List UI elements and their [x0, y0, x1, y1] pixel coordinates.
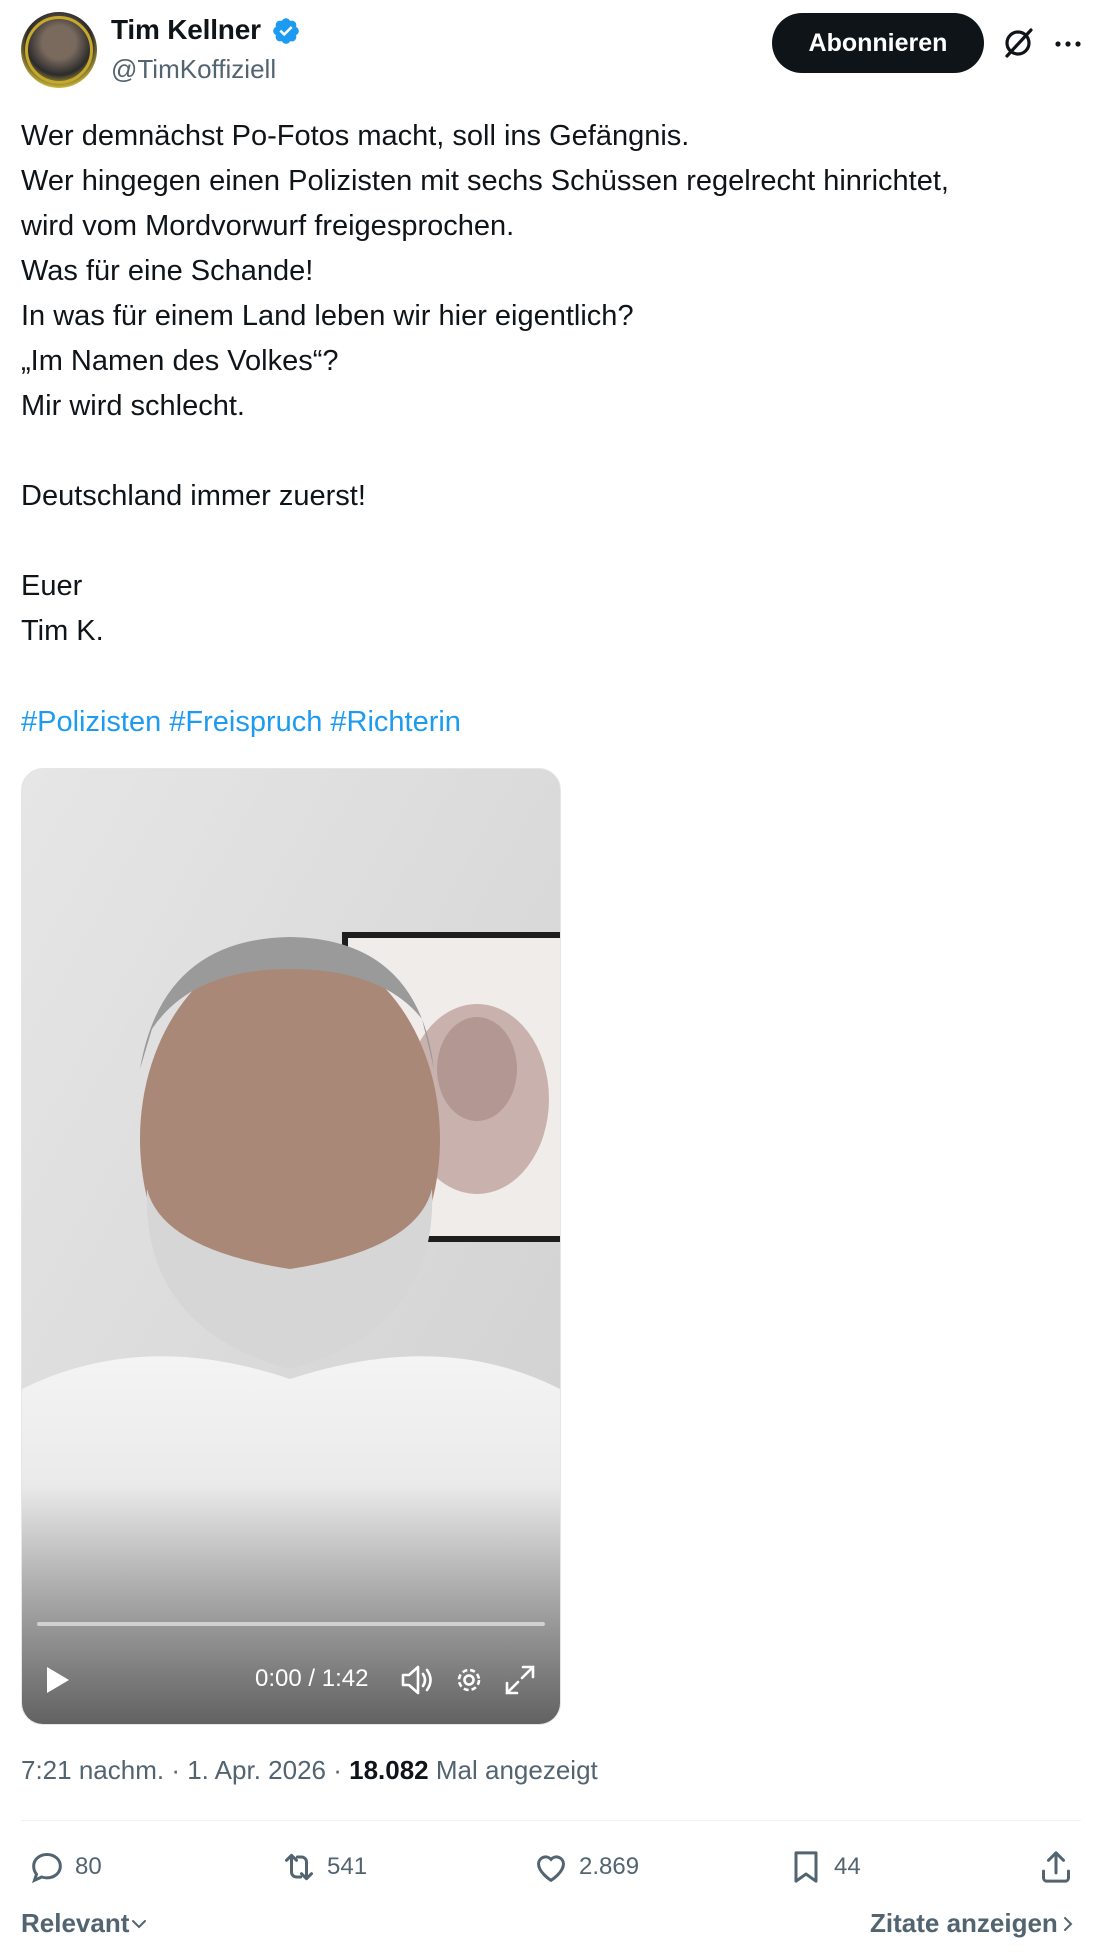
divider	[21, 1820, 1081, 1821]
share-icon	[1042, 1851, 1070, 1883]
hashtag-list: #Polizisten #Freispruch #Richterin	[21, 702, 469, 742]
chevron-right-icon	[1063, 1916, 1073, 1931]
follow-button[interactable]: Abonnieren	[772, 13, 984, 73]
retweet-button[interactable]: 541	[279, 1845, 367, 1889]
share-button[interactable]	[1036, 1845, 1084, 1889]
hashtag-link[interactable]: #Polizisten	[21, 706, 161, 738]
bookmark-button[interactable]: 44	[786, 1845, 861, 1889]
retweet-count: 541	[327, 1853, 368, 1880]
fullscreen-icon[interactable]	[503, 1663, 537, 1697]
tweet-meta: 7:21 nachm. · 1. Apr. 2026 · 18.082 Mal …	[21, 1755, 598, 1786]
reply-count: 80	[75, 1853, 102, 1880]
video-frame	[22, 769, 560, 1724]
views-label: Mal angezeigt	[435, 1755, 598, 1785]
hashtag-link[interactable]: #Freispruch	[169, 706, 322, 738]
video-player[interactable]	[21, 768, 561, 1725]
like-count: 2.869	[579, 1853, 640, 1880]
like-button[interactable]: 2.869	[531, 1845, 639, 1889]
author-display-name[interactable]: Tim Kellner	[111, 14, 261, 46]
video-time-readout: 0:00 / 1:42	[255, 1665, 369, 1692]
tweet-time[interactable]: 7:21 nachm.	[21, 1755, 164, 1785]
meta-separator: ·	[326, 1755, 350, 1785]
volume-icon[interactable]	[399, 1663, 435, 1697]
view-quotes-link[interactable]: Zitate anzeigen	[870, 1908, 1078, 1939]
chevron-down-icon	[132, 1919, 147, 1928]
settings-icon[interactable]	[452, 1663, 486, 1697]
meta-separator: ·	[164, 1755, 188, 1785]
tweet-date[interactable]: 1. Apr. 2026	[187, 1755, 326, 1785]
tweet-text: Wer demnächst Po-Fotos macht, soll ins G…	[21, 120, 949, 647]
sort-label: Relevant	[21, 1908, 130, 1938]
heart-icon	[536, 1855, 566, 1883]
sort-dropdown[interactable]: Relevant	[21, 1908, 149, 1939]
play-icon[interactable]	[40, 1663, 74, 1697]
quotes-label: Zitate anzeigen	[870, 1908, 1058, 1938]
bookmark-count: 44	[834, 1853, 861, 1880]
hashtag-link[interactable]: #Richterin	[330, 706, 461, 738]
video-progress-track[interactable]	[37, 1622, 545, 1626]
more-icon[interactable]	[1052, 28, 1084, 60]
reply-icon	[31, 1852, 62, 1884]
verified-badge-icon	[273, 18, 299, 44]
bookmark-icon	[794, 1851, 818, 1883]
reply-button[interactable]: 80	[27, 1845, 102, 1889]
author-handle[interactable]: @TimKoffiziell	[111, 54, 276, 85]
author-avatar[interactable]	[21, 12, 97, 88]
grok-icon[interactable]	[1000, 25, 1036, 61]
retweet-icon	[285, 1853, 313, 1881]
views-count: 18.082	[349, 1755, 429, 1785]
